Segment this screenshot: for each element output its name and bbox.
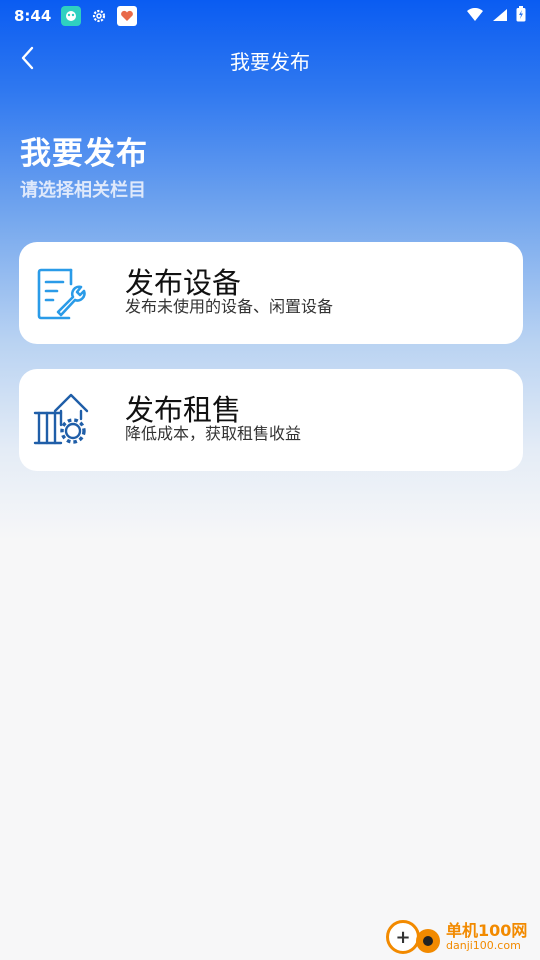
nav-title: 我要发布 <box>230 49 310 74</box>
wifi-icon <box>466 7 484 26</box>
chevron-left-icon <box>20 46 36 74</box>
page-title: 我要发布 <box>20 136 148 172</box>
status-bar: 8:44 <box>0 0 540 32</box>
card-description: 发布未使用的设备、闲置设备 <box>125 297 334 316</box>
status-time: 8:44 <box>14 7 52 25</box>
card-title: 发布设备 <box>125 266 242 300</box>
signal-icon <box>492 7 508 26</box>
document-wrench-icon <box>33 264 91 322</box>
back-button[interactable] <box>10 42 46 78</box>
watermark-logo: + 单机100网 danji100.com <box>386 916 536 958</box>
card-title: 发布租售 <box>125 393 242 427</box>
publish-equipment-card[interactable]: 发布设备 发布未使用的设备、闲置设备 <box>19 242 523 344</box>
watermark-domain: danji100.com <box>446 938 521 952</box>
page-subtitle: 请选择相关栏目 <box>20 180 146 201</box>
watermark-name: 单机100网 <box>446 921 528 941</box>
card-description: 降低成本，获取租售收益 <box>125 424 302 443</box>
app-notification-icon <box>61 6 82 26</box>
eye-icon <box>416 929 440 953</box>
settings-gear-icon <box>89 6 109 26</box>
plus-icon: + <box>386 920 420 954</box>
house-gear-icon <box>33 391 91 449</box>
battery-icon <box>516 6 526 26</box>
health-app-icon <box>117 6 138 26</box>
nav-bar: 我要发布 <box>0 34 540 86</box>
publish-rental-card[interactable]: 发布租售 降低成本，获取租售收益 <box>19 369 523 471</box>
